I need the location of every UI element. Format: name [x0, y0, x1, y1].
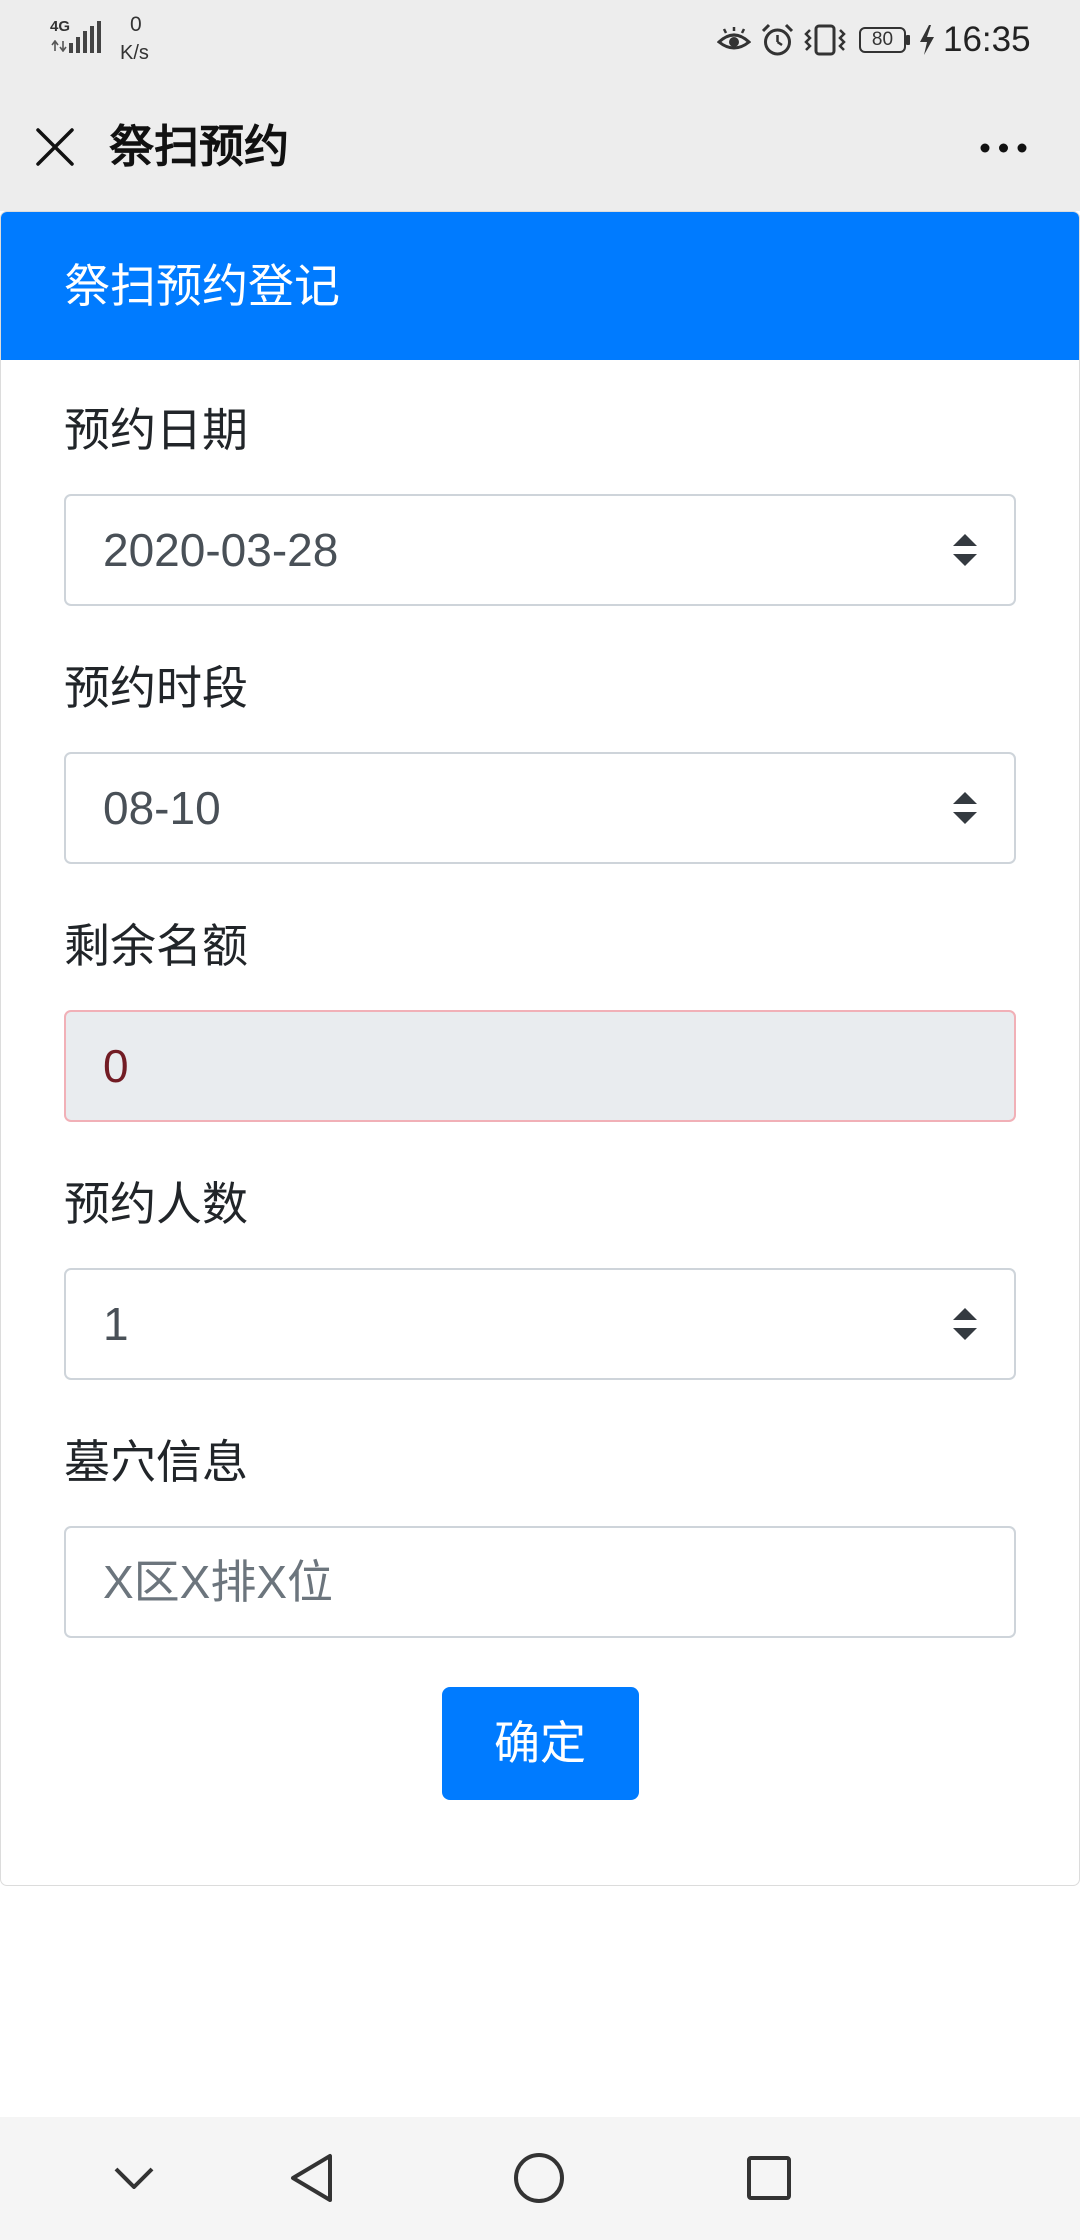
time-slot-group: 预约时段 08-10 — [64, 658, 1016, 864]
remaining-label: 剩余名额 — [64, 920, 248, 972]
vibrate-icon — [804, 24, 846, 56]
signal-icon — [69, 21, 101, 53]
party-size-group: 预约人数 1 — [64, 1174, 1016, 1380]
system-nav-bar — [0, 2117, 1080, 2240]
remaining-field: 0 — [64, 1010, 1016, 1122]
grave-info-label: 墓穴信息 — [64, 1436, 248, 1488]
battery-level: 80 — [871, 29, 894, 50]
remaining-group: 剩余名额 0 — [64, 916, 1016, 1122]
remaining-value: 0 — [103, 1040, 129, 1092]
select-arrows-icon — [953, 1308, 977, 1340]
app-screen: 4G 0 K/s 80 16:35 祭扫预约 祭扫预约登记 预约日期 2020-… — [0, 0, 1080, 2240]
network-speed-value: 0 — [130, 13, 142, 36]
reservation-form: 预约日期 2020-03-28 预约时段 08-10 剩余名额 0 预约人数 1… — [1, 360, 1079, 1800]
date-select[interactable]: 2020-03-28 — [64, 494, 1016, 606]
party-size-label: 预约人数 — [64, 1178, 248, 1230]
chevron-down-icon[interactable] — [114, 2167, 154, 2189]
home-icon[interactable] — [514, 2153, 564, 2203]
reservation-card: 祭扫预约登记 预约日期 2020-03-28 预约时段 08-10 剩余名额 0… — [0, 211, 1080, 1886]
card-header: 祭扫预约登记 — [1, 212, 1079, 360]
recents-icon[interactable] — [747, 2156, 791, 2200]
network-speed-unit: K/s — [120, 42, 149, 64]
time-slot-label: 预约时段 — [64, 662, 248, 714]
alarm-icon — [761, 23, 794, 56]
select-arrows-icon — [953, 792, 977, 824]
more-icon[interactable] — [980, 143, 1027, 153]
page-title: 祭扫预约 — [109, 121, 290, 172]
status-bar: 4G 0 K/s 80 16:35 — [0, 0, 1080, 80]
time-slot-select[interactable]: 08-10 — [64, 752, 1016, 864]
back-icon[interactable] — [289, 2153, 333, 2203]
clock-time: 16:35 — [943, 20, 1031, 59]
grave-info-group: 墓穴信息 — [64, 1432, 1016, 1638]
date-group: 预约日期 2020-03-28 — [64, 400, 1016, 606]
confirm-button[interactable]: 确定 — [441, 1687, 639, 1800]
network-type: 4G — [50, 18, 71, 35]
date-value: 2020-03-28 — [103, 524, 339, 576]
select-arrows-icon — [953, 534, 977, 566]
date-label: 预约日期 — [64, 404, 248, 456]
close-icon[interactable] — [36, 127, 74, 167]
charging-icon — [920, 25, 934, 55]
party-size-value: 1 — [103, 1298, 129, 1350]
battery-icon: 80 — [859, 27, 911, 53]
submit-row: 确定 — [64, 1687, 1016, 1800]
data-activity-icon — [51, 40, 67, 52]
title-bar: 祭扫预约 — [0, 80, 1080, 211]
eye-icon — [717, 27, 751, 50]
party-size-select[interactable]: 1 — [64, 1268, 1016, 1380]
grave-info-input[interactable] — [64, 1526, 1016, 1638]
time-slot-value: 08-10 — [103, 782, 221, 834]
